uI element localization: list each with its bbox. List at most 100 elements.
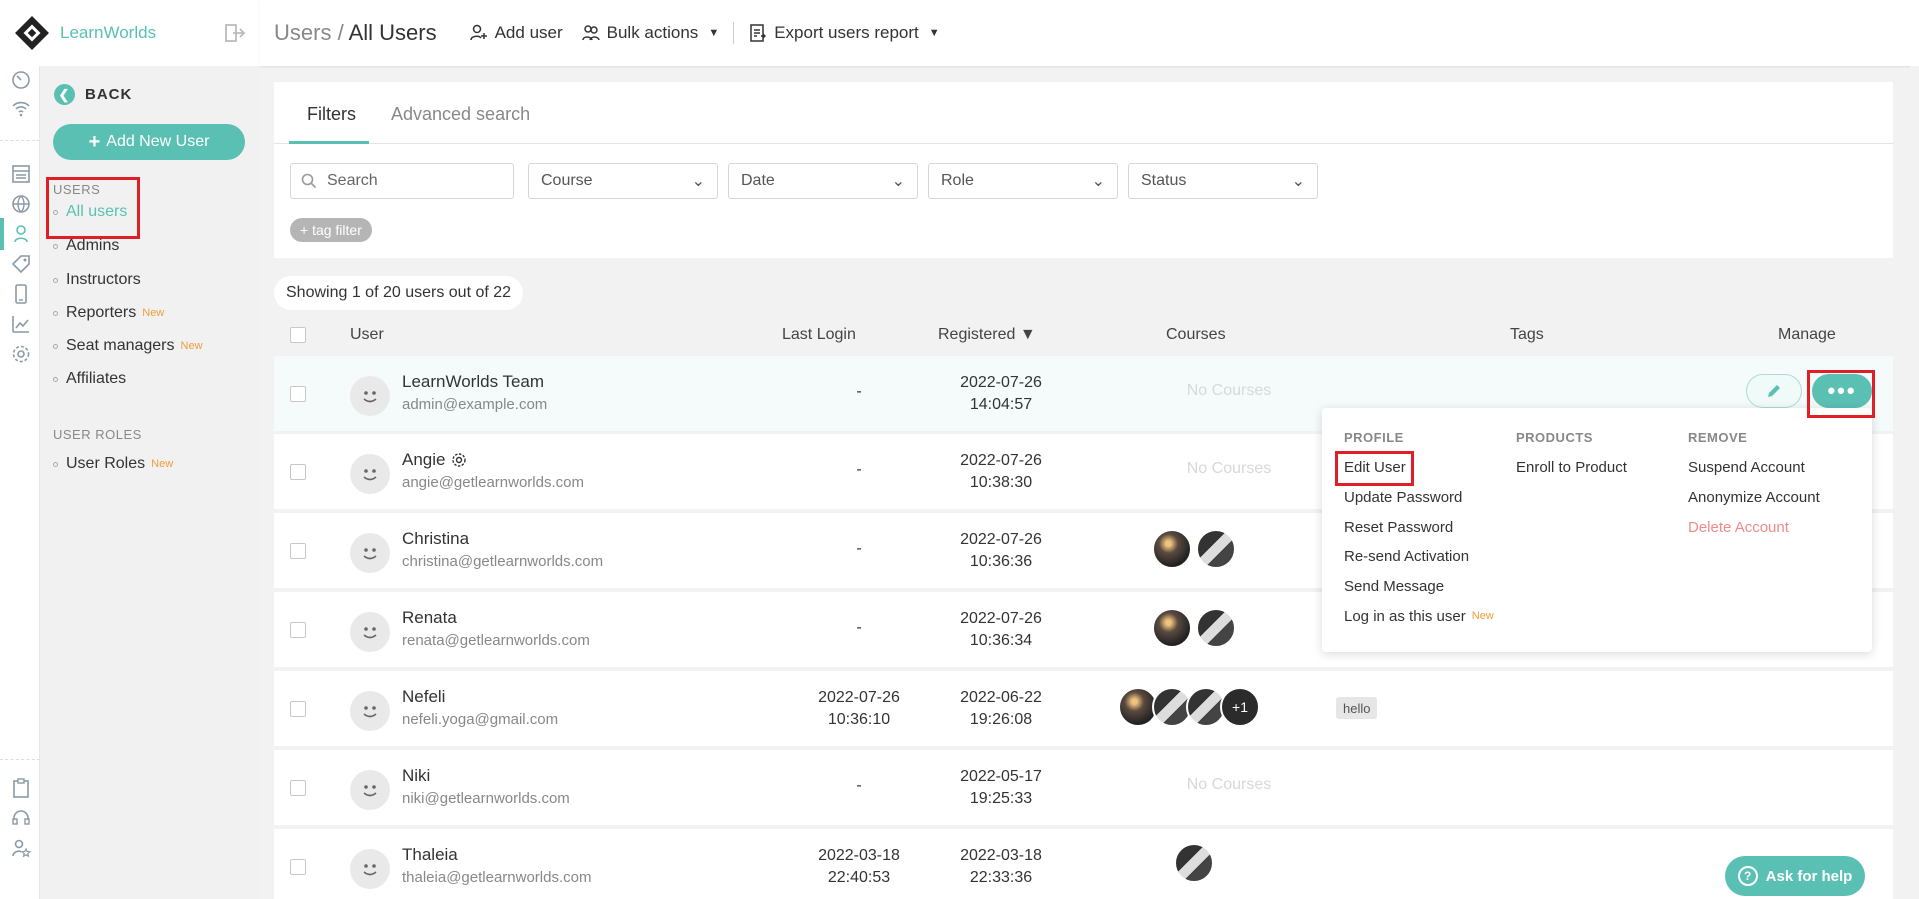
support-headset-icon[interactable] bbox=[9, 806, 33, 830]
user-name[interactable]: Niki bbox=[402, 766, 430, 786]
select-all-checkbox[interactable] bbox=[290, 327, 306, 343]
no-courses: No Courses bbox=[1186, 382, 1272, 399]
mobile-icon[interactable] bbox=[9, 282, 33, 306]
course-thumbnail[interactable] bbox=[1152, 608, 1192, 648]
sidebar-item-admins[interactable]: Admins bbox=[53, 237, 119, 255]
menu-item-resend-activation[interactable]: Re-send Activation bbox=[1344, 542, 1494, 572]
row-checkbox[interactable] bbox=[290, 701, 306, 717]
sidebar-item-affiliates[interactable]: Affiliates bbox=[53, 370, 126, 388]
edit-button[interactable] bbox=[1746, 374, 1802, 408]
registered-time: 22:33:36 bbox=[969, 869, 1033, 886]
user-name[interactable]: Thaleia bbox=[402, 845, 458, 865]
tag-chip[interactable]: hello bbox=[1336, 697, 1378, 719]
menu-item-delete-account[interactable]: Delete Account bbox=[1688, 512, 1820, 542]
tab-advanced-search[interactable]: Advanced search bbox=[391, 104, 530, 125]
row-checkbox[interactable] bbox=[290, 386, 306, 402]
menu-item-send-message[interactable]: Send Message bbox=[1344, 572, 1494, 602]
menu-item-update-password[interactable]: Update Password bbox=[1344, 483, 1494, 513]
date-select[interactable]: Date ⌄ bbox=[728, 163, 918, 199]
user-name[interactable]: Nefeli bbox=[402, 687, 445, 707]
sidebar-item-reporters[interactable]: Reporters New bbox=[53, 304, 164, 322]
dashboard-icon[interactable] bbox=[9, 68, 33, 92]
registered-time: 10:36:34 bbox=[969, 632, 1033, 649]
globe-icon[interactable] bbox=[9, 192, 33, 216]
avatar bbox=[350, 533, 390, 573]
tab-filters[interactable]: Filters bbox=[307, 104, 356, 125]
new-badge: New bbox=[142, 307, 165, 319]
user-star-icon[interactable] bbox=[9, 836, 33, 860]
active-tab-underline bbox=[289, 141, 369, 144]
bullet-icon bbox=[53, 310, 58, 316]
role-select-label: Role bbox=[941, 172, 974, 189]
sidebar-item-instructors[interactable]: Instructors bbox=[53, 271, 141, 289]
row-checkbox[interactable] bbox=[290, 543, 306, 559]
status-select[interactable]: Status ⌄ bbox=[1128, 163, 1318, 199]
row-checkbox[interactable] bbox=[290, 622, 306, 638]
bulk-actions-dropdown[interactable]: Bulk actions ▼ bbox=[581, 23, 719, 43]
user-name[interactable]: Renata bbox=[402, 608, 457, 628]
menu-item-anonymize-account[interactable]: Anonymize Account bbox=[1688, 483, 1820, 513]
wifi-icon[interactable] bbox=[9, 96, 33, 120]
back-button[interactable]: ❮ BACK bbox=[54, 84, 132, 105]
course-thumbnail[interactable] bbox=[1196, 529, 1236, 569]
table-header: User Last Login Registered ▼ Courses Tag… bbox=[274, 320, 1893, 352]
course-thumbnail[interactable] bbox=[1196, 608, 1236, 648]
user-email: nefeli.yoga@gmail.com bbox=[402, 711, 559, 728]
export-users-report-dropdown[interactable]: Export users report ▼ bbox=[748, 23, 940, 43]
export-report-icon bbox=[750, 24, 767, 42]
course-thumbnail[interactable] bbox=[1152, 529, 1192, 569]
registered: 2022-07-26 10:36:34 bbox=[946, 608, 1056, 652]
course-thumbnail[interactable] bbox=[1174, 843, 1214, 883]
breadcrumb-parent[interactable]: Users bbox=[274, 20, 331, 45]
row-checkbox[interactable] bbox=[290, 780, 306, 796]
search-input[interactable] bbox=[327, 172, 497, 190]
pages-icon[interactable] bbox=[9, 162, 33, 186]
add-user-button[interactable]: Add user bbox=[469, 23, 563, 43]
tag-filter-button[interactable]: + tag filter bbox=[290, 218, 372, 242]
ask-for-help-button[interactable]: ? Ask for help bbox=[1725, 856, 1865, 896]
user-name-text: Nefeli bbox=[402, 687, 446, 706]
search-box[interactable] bbox=[290, 163, 514, 199]
user-name[interactable]: Angie bbox=[402, 450, 467, 470]
analytics-icon[interactable] bbox=[9, 312, 33, 336]
user-name[interactable]: Christina bbox=[402, 529, 469, 549]
registered: 2022-06-22 19:26:08 bbox=[946, 687, 1056, 731]
menu-item-reset-password[interactable]: Reset Password bbox=[1344, 512, 1494, 542]
date-select-label: Date bbox=[741, 172, 775, 189]
add-new-user-button[interactable]: + Add New User bbox=[53, 124, 245, 160]
col-last-login[interactable]: Last Login bbox=[782, 326, 856, 344]
table-row[interactable]: Nefeli nefeli.yoga@gmail.com 2022-07-26 1… bbox=[274, 671, 1893, 746]
smiley-avatar-icon bbox=[363, 864, 377, 876]
sidebar-item-user-roles[interactable]: User Roles New bbox=[53, 455, 173, 473]
registered-date: 2022-07-26 bbox=[960, 374, 1042, 391]
role-select[interactable]: Role ⌄ bbox=[928, 163, 1118, 199]
menu-item-label: Log in as this user bbox=[1344, 607, 1466, 625]
course-select[interactable]: Course ⌄ bbox=[528, 163, 718, 199]
users-icon[interactable] bbox=[9, 222, 33, 246]
settings-gear-icon[interactable] bbox=[9, 342, 33, 366]
user-name[interactable]: LearnWorlds Team bbox=[402, 372, 544, 392]
avatar bbox=[350, 849, 390, 889]
tag-icon[interactable] bbox=[9, 252, 33, 276]
row-checkbox[interactable] bbox=[290, 464, 306, 480]
table-row[interactable]: Thaleia thaleia@getlearnworlds.com 2022-… bbox=[274, 829, 1893, 899]
scrollbar[interactable] bbox=[1910, 66, 1919, 899]
clipboard-icon[interactable] bbox=[9, 776, 33, 800]
avatar bbox=[350, 376, 390, 416]
registered-time: 14:04:57 bbox=[969, 396, 1033, 413]
menu-item-suspend-account[interactable]: Suspend Account bbox=[1688, 453, 1820, 483]
admin-gear-icon bbox=[452, 453, 467, 467]
smiley-avatar-icon bbox=[363, 785, 377, 797]
table-row[interactable]: Niki niki@getlearnworlds.com - 2022-05-1… bbox=[274, 750, 1893, 825]
pencil-icon bbox=[1768, 385, 1780, 397]
menu-item-login-as-user[interactable]: Log in as this user New bbox=[1344, 601, 1494, 631]
breadcrumb: Users / All Users bbox=[274, 20, 437, 46]
collapse-sidebar-icon[interactable] bbox=[224, 22, 246, 44]
more-courses-badge[interactable]: +1 bbox=[1220, 687, 1260, 727]
row-checkbox[interactable] bbox=[290, 859, 306, 875]
menu-item-enroll-to-product[interactable]: Enroll to Product bbox=[1516, 453, 1627, 483]
sidebar-item-seat-managers[interactable]: Seat managers New bbox=[53, 337, 203, 355]
brand: LearnWorlds bbox=[0, 0, 260, 66]
col-registered[interactable]: Registered ▼ bbox=[938, 326, 1036, 344]
highlight-box-edit-user bbox=[1335, 451, 1414, 486]
